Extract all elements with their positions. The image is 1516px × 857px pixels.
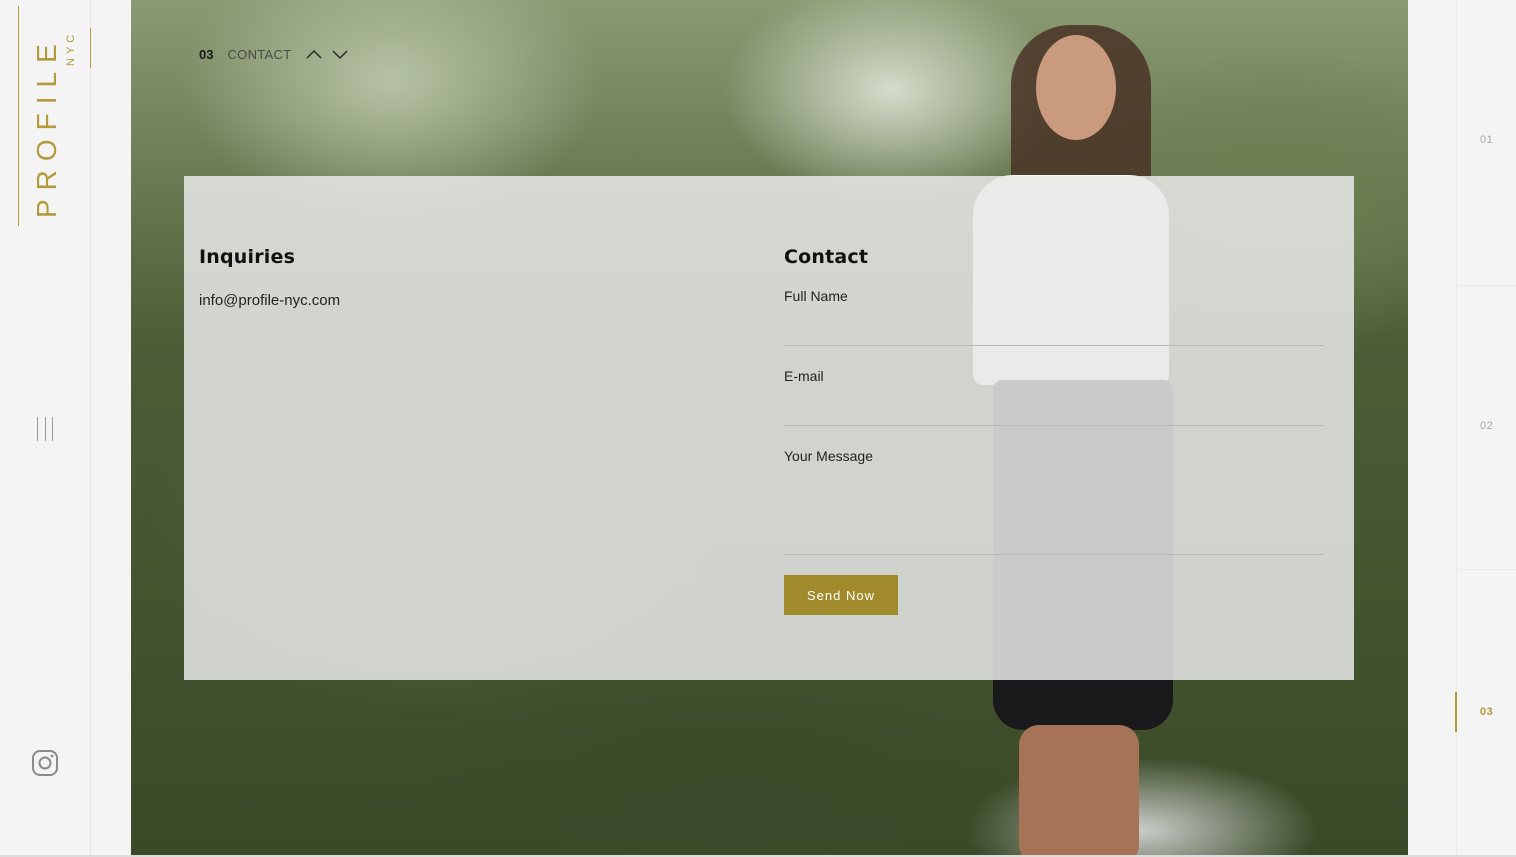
pager-slot-02[interactable]: 02 [1456, 284, 1516, 570]
right-sidebar: 01 02 03 [1408, 0, 1516, 857]
model-head [1036, 35, 1116, 140]
pager-slot-01[interactable]: 01 [1456, 0, 1516, 286]
contact-form: Contact Full Name E-mail Your Message Se… [784, 246, 1324, 615]
model-legs [1019, 725, 1139, 857]
pager-number: 02 [1480, 420, 1494, 432]
message-textarea[interactable] [784, 464, 1324, 555]
pager-number: 03 [1480, 706, 1494, 718]
logo-sub-text: NYC [65, 31, 77, 66]
section-label: CONTACT [227, 46, 292, 62]
full-name-field: Full Name [784, 288, 1324, 346]
logo-accent-line [90, 28, 91, 68]
message-field: Your Message [784, 448, 1324, 555]
chevron-down-icon[interactable] [331, 48, 349, 60]
full-name-label: Full Name [784, 288, 848, 304]
full-name-input[interactable] [784, 304, 1324, 346]
chevron-up-icon[interactable] [305, 48, 323, 60]
pager-number: 01 [1480, 134, 1494, 146]
message-label: Your Message [784, 448, 873, 464]
email-input[interactable] [784, 384, 1324, 426]
brand-logo[interactable]: PROFILE NYC [18, 6, 90, 226]
sidebar-divider [90, 0, 91, 857]
inquiries-heading: Inquiries [199, 246, 296, 268]
menu-line [37, 417, 38, 441]
email-field: E-mail [784, 368, 1324, 426]
send-now-button[interactable]: Send Now [784, 575, 898, 615]
email-label: E-mail [784, 368, 824, 384]
instagram-icon[interactable] [31, 749, 59, 777]
inquiries-column: Inquiries info@profile-nyc.com [199, 246, 699, 310]
contact-panel: Inquiries info@profile-nyc.com Contact F… [184, 176, 1354, 680]
logo-main-text: PROFILE [31, 35, 62, 218]
pager-slot-03[interactable]: 03 [1455, 570, 1516, 857]
menu-line [52, 417, 53, 441]
pager-active-indicator [1455, 692, 1457, 732]
left-sidebar: PROFILE NYC [0, 0, 131, 857]
contact-heading: Contact [784, 246, 869, 268]
menu-line [44, 417, 46, 441]
inquiries-email-link[interactable]: info@profile-nyc.com [199, 292, 340, 309]
section-indicator: 03 CONTACT [199, 44, 349, 64]
menu-toggle-button[interactable] [37, 417, 53, 441]
section-number: 03 [199, 46, 214, 62]
